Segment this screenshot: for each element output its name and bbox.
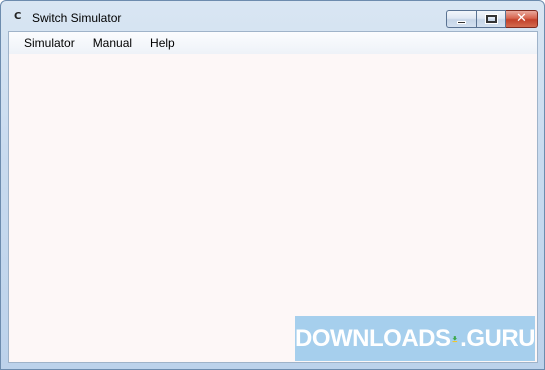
close-icon: ✕ [516, 11, 527, 26]
window-title: Switch Simulator [32, 11, 122, 25]
minimize-button[interactable] [446, 10, 476, 28]
caption-buttons: ✕ [446, 10, 538, 28]
watermark-text-left: DOWNLOADS [295, 324, 451, 352]
menu-help[interactable]: Help [141, 32, 184, 54]
download-arrow-icon [453, 335, 458, 342]
client-area: Simulator Manual Help [8, 31, 538, 363]
app-icon: C [14, 11, 22, 22]
maximize-icon [485, 14, 498, 24]
title-bar[interactable]: C Switch Simulator ✕ [1, 1, 544, 31]
minimize-icon [457, 21, 466, 24]
watermark: DOWNLOADS .GURU [295, 316, 535, 361]
maximize-button[interactable] [476, 10, 506, 28]
menu-bar: Simulator Manual Help [9, 32, 537, 54]
menu-manual[interactable]: Manual [84, 32, 141, 54]
menu-simulator[interactable]: Simulator [15, 32, 84, 54]
close-button[interactable]: ✕ [506, 10, 538, 28]
watermark-text-right: .GURU [460, 324, 535, 352]
app-window: C Switch Simulator ✕ Simulator Manual He… [0, 0, 545, 370]
